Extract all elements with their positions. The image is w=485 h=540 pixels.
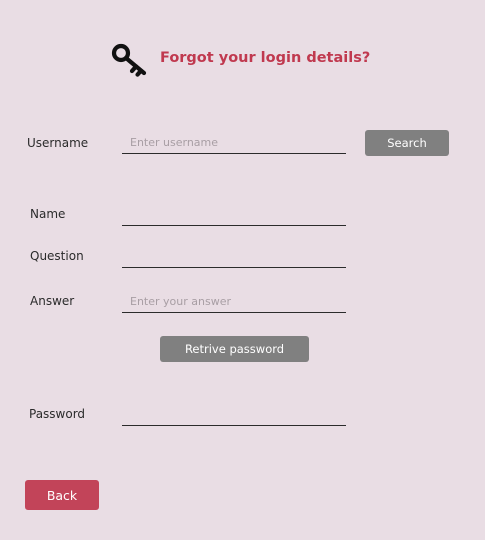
- name-input[interactable]: [122, 204, 346, 226]
- username-label: Username: [27, 136, 89, 150]
- page-title: Forgot your login details?: [160, 50, 371, 66]
- key-icon: [111, 43, 147, 77]
- name-label: Name: [30, 207, 66, 221]
- question-label: Question: [30, 249, 84, 263]
- username-input[interactable]: [122, 132, 346, 154]
- password-label: Password: [29, 407, 86, 421]
- back-button[interactable]: Back: [25, 480, 99, 510]
- password-output[interactable]: [122, 404, 346, 426]
- search-button[interactable]: Search: [365, 130, 449, 156]
- answer-input[interactable]: [122, 291, 346, 313]
- answer-label: Answer: [30, 294, 75, 308]
- question-input[interactable]: [122, 246, 346, 268]
- retrieve-password-button[interactable]: Retrive password: [160, 336, 309, 362]
